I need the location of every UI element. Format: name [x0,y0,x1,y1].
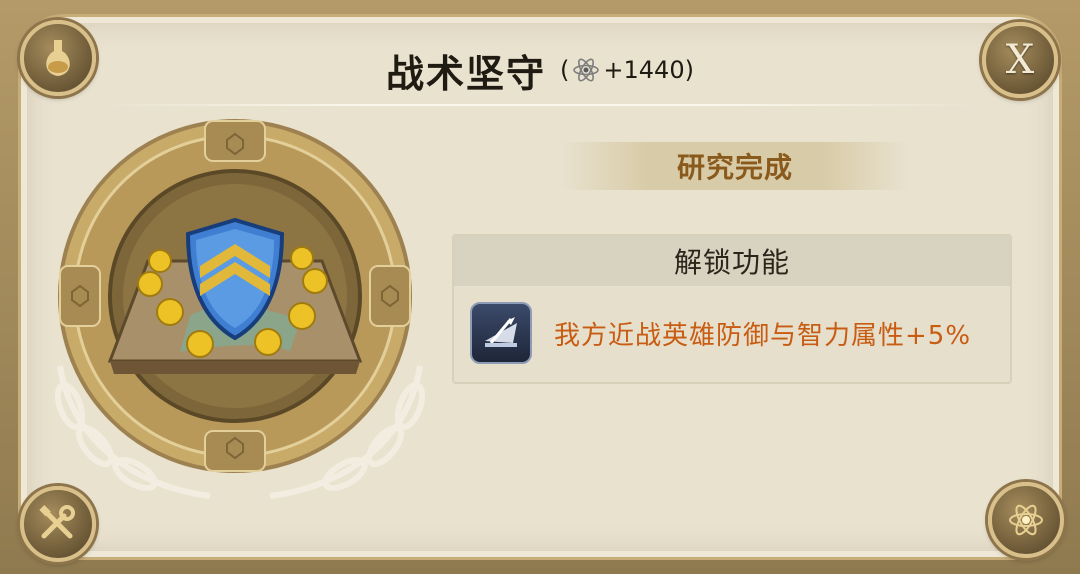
cost-paren-open: ( [560,56,570,84]
title-row: 战术坚守 ( +1440 ) [0,40,1080,100]
research-status-band: 研究完成 [560,142,910,190]
atom-icon [573,58,600,82]
sword-skill-icon [485,317,517,347]
research-medal [40,116,440,516]
research-cost: ( +1440 ) [560,55,694,85]
cost-paren-close: ) [684,56,694,84]
unlock-features-box: 解锁功能 我方近战英雄防御与智力属性+5% [452,234,1012,384]
title-divider [100,104,980,106]
atom-icon [1009,504,1043,536]
research-status: 研究完成 [676,151,793,184]
research-title: 战术坚守 [386,51,547,96]
unlock-effect-row: 我方近战英雄防御与智力属性+5% [470,302,971,364]
cost-value: +1440 [603,56,685,84]
unlock-effect-text: 我方近战英雄防御与智力属性+5% [554,320,972,351]
atom-button[interactable] [988,482,1064,558]
skill-icon-frame [470,302,532,364]
shield-medal-icon [54,119,426,499]
unlock-header: 解锁功能 [454,236,1010,286]
